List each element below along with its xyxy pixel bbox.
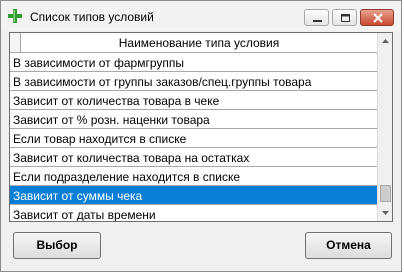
title-bar[interactable]: Список типов условий <box>1 1 401 31</box>
grid-rows: В зависимости от фармгруппы В зависимост… <box>10 53 377 222</box>
chevron-down-icon <box>382 211 389 215</box>
row-cell: Зависит от % розн. наценки товара <box>13 113 210 127</box>
row-cell: Зависит от суммы чека <box>13 189 143 203</box>
vertical-scrollbar[interactable] <box>377 33 392 221</box>
green-cross-icon <box>8 9 22 23</box>
chevron-up-icon <box>382 39 389 43</box>
table-row[interactable]: Зависит от даты времени <box>10 205 377 222</box>
row-cell: Зависит от даты времени <box>13 208 156 222</box>
window-title: Список типов условий <box>30 10 154 24</box>
row-cell: В зависимости от фармгруппы <box>13 56 184 70</box>
table-row[interactable]: Зависит от количества товара на остатках <box>10 148 377 167</box>
minimize-button[interactable] <box>304 9 329 26</box>
table-row[interactable]: В зависимости от группы заказов/спец.гру… <box>10 72 377 91</box>
table-row[interactable]: Зависит от % розн. наценки товара <box>10 110 377 129</box>
condition-types-grid[interactable]: Наименование типа условия В зависимости … <box>9 32 393 222</box>
close-button[interactable] <box>360 9 394 26</box>
row-cell: Если подразделение находится в списке <box>13 170 241 184</box>
maximize-button[interactable] <box>332 9 357 26</box>
scrollbar-thumb[interactable] <box>380 185 391 202</box>
close-icon <box>373 13 383 23</box>
table-row[interactable]: В зависимости от фармгруппы <box>10 53 377 72</box>
scroll-down-button[interactable] <box>378 204 392 221</box>
minimize-icon <box>313 20 322 22</box>
row-cell: В зависимости от группы заказов/спец.гру… <box>13 75 312 89</box>
table-row[interactable]: Если подразделение находится в списке <box>10 167 377 186</box>
column-header-name[interactable]: Наименование типа условия <box>21 36 377 50</box>
scroll-up-button[interactable] <box>378 33 392 50</box>
row-cell: Зависит от количества товара на остатках <box>13 151 250 165</box>
table-row[interactable]: Если товар находится в списке <box>10 129 377 148</box>
select-button[interactable]: Выбор <box>13 232 101 259</box>
cancel-button[interactable]: Отмена <box>305 232 392 259</box>
row-indicator-header <box>10 33 21 52</box>
maximize-icon <box>341 14 350 22</box>
dialog-window: Список типов условий Наименование типа у… <box>0 0 402 272</box>
row-cell: Если товар находится в списке <box>13 132 187 146</box>
row-cell: Зависит от количества товара в чеке <box>13 94 220 108</box>
grid-header: Наименование типа условия <box>10 33 377 53</box>
table-row[interactable]: Зависит от количества товара в чеке <box>10 91 377 110</box>
table-row-selected[interactable]: Зависит от суммы чека <box>10 186 377 205</box>
